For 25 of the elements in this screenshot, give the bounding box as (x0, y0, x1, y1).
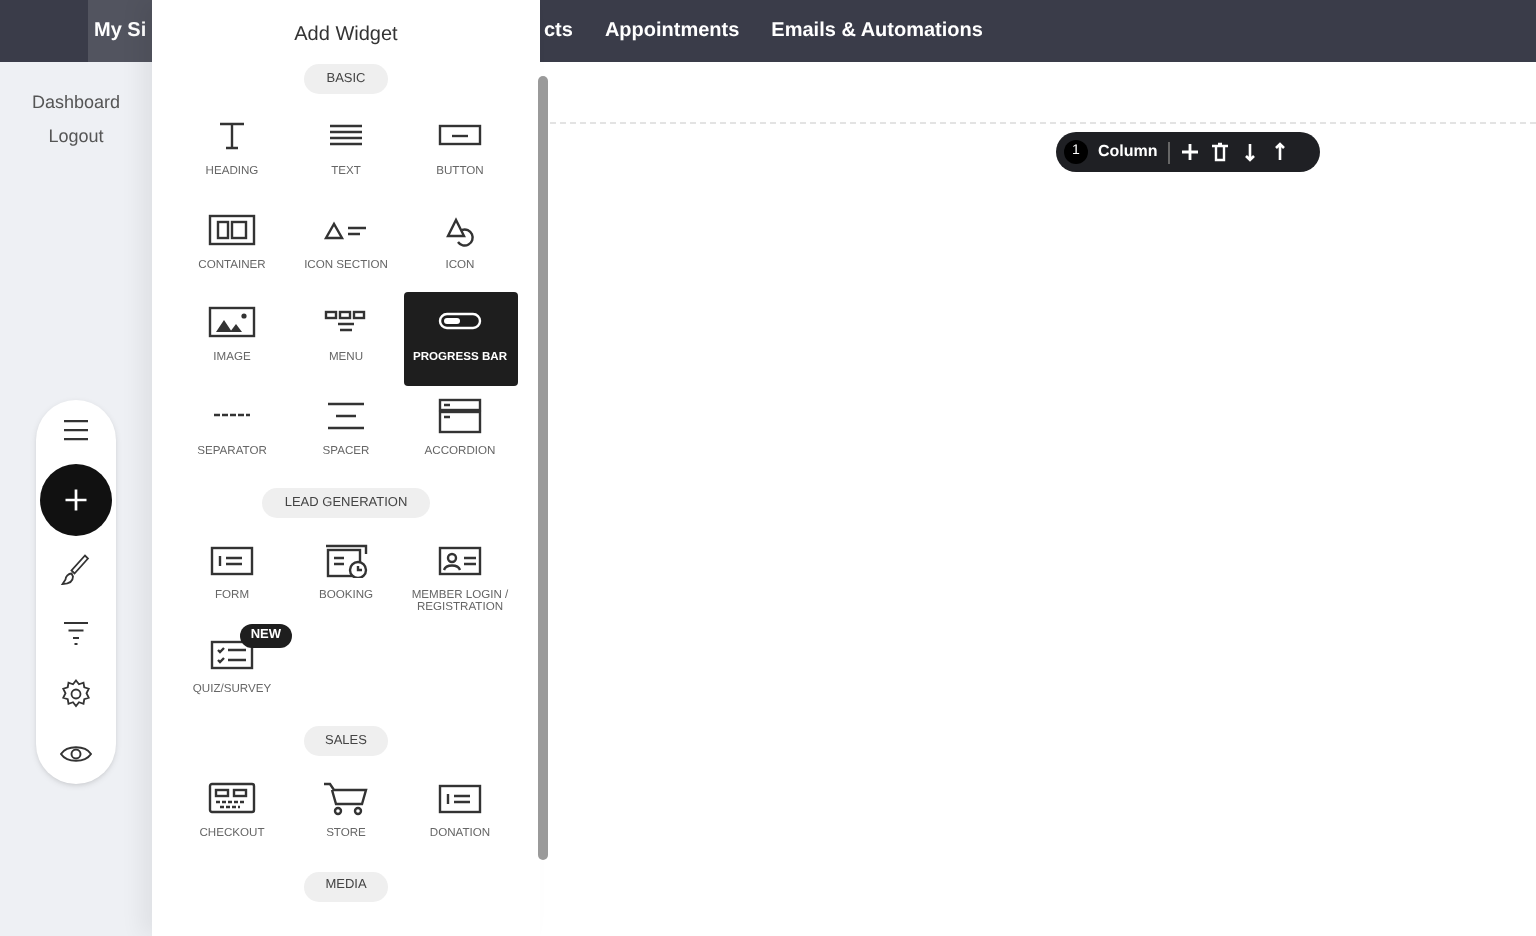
widget-icon (322, 542, 370, 578)
widget-icon (436, 542, 484, 578)
widget-icon (208, 211, 256, 247)
widget-icon (208, 780, 256, 816)
nav-tab[interactable]: cts (540, 0, 605, 62)
nav-tab[interactable]: Emails & Automations (771, 0, 1015, 62)
panel-title: Add Widget (294, 24, 398, 48)
widget-icon (208, 304, 256, 340)
widget-icon (208, 542, 256, 578)
widget-icon (436, 397, 484, 433)
widget-icon (322, 397, 370, 433)
nav-tab[interactable]: Appointments (604, 0, 772, 62)
sidebar-link[interactable]: Dashboard (31, 90, 121, 114)
widget-icon (322, 780, 370, 816)
scrollbar[interactable] (538, 76, 548, 860)
arrow-down-icon[interactable] (1239, 142, 1260, 162)
nav-tab[interactable]: My Si (88, 0, 152, 62)
sidebar-link[interactable]: Logout (48, 124, 104, 148)
trash-icon[interactable] (1209, 142, 1230, 162)
plus-icon[interactable] (40, 464, 112, 537)
plus-icon[interactable] (1179, 142, 1200, 162)
widget-icon (208, 635, 256, 671)
widget-icon (436, 780, 484, 816)
widget-icon (212, 412, 252, 418)
column-label: Column (1098, 140, 1158, 164)
